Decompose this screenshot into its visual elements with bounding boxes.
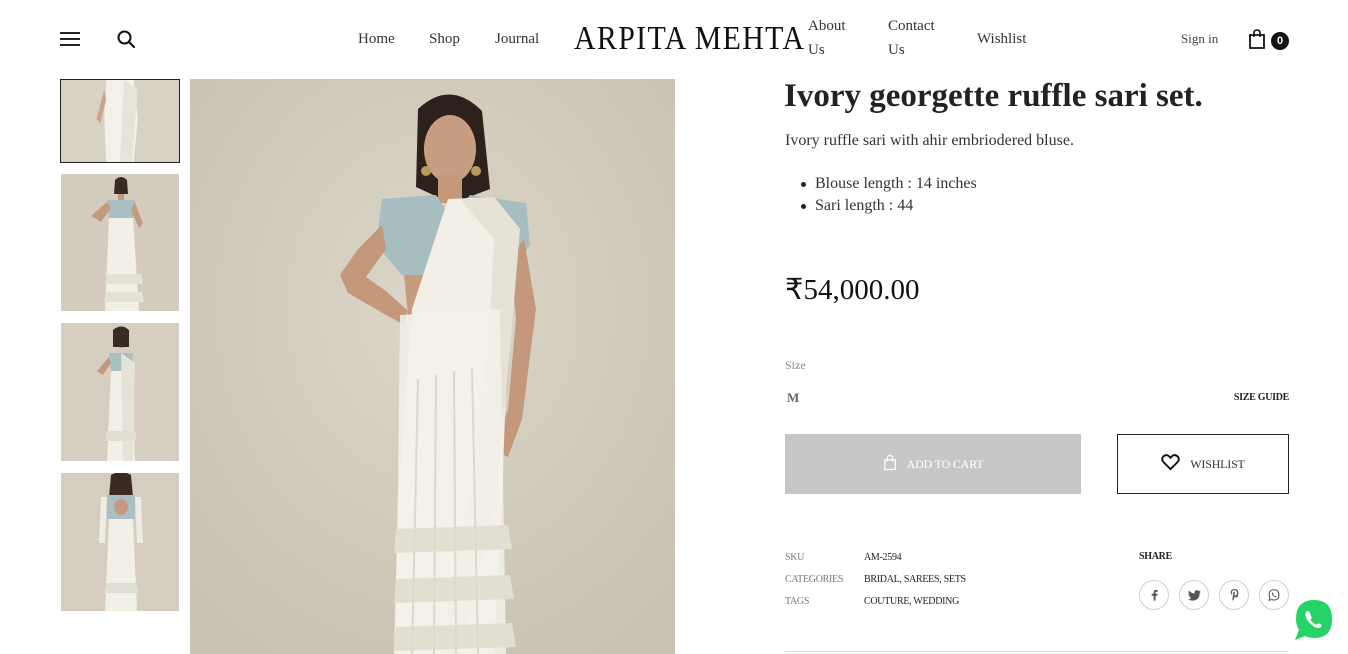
sku-value: AM-2594 [864, 552, 902, 563]
share-label: SHARE [1139, 551, 1172, 562]
product-details-list: Blouse length : 14 inches Sari length : … [801, 173, 977, 217]
cart-count-badge: 0 [1271, 32, 1289, 50]
size-guide-link[interactable]: SIZE GUIDE [1180, 391, 1289, 405]
categories-value[interactable]: BRIDAL, SAREES, SETS [864, 573, 966, 587]
sku-label: SKU [785, 552, 805, 563]
whatsapp-chat-icon[interactable] [1292, 598, 1336, 642]
product-description: Ivory ruffle sari with ahir embriodered … [785, 132, 1074, 149]
thumbnail-side-standing[interactable] [61, 323, 179, 461]
thumbnail-front[interactable] [60, 79, 180, 163]
wishlist-button[interactable]: WISHLIST [1117, 434, 1289, 494]
nav-wishlist[interactable]: Wishlist [977, 27, 1026, 51]
facebook-icon[interactable] [1139, 580, 1169, 610]
shopping-bag-icon[interactable] [1247, 28, 1267, 50]
product-price: ₹54,000.00 [785, 274, 920, 306]
add-to-cart-label: ADD TO CART [906, 456, 984, 471]
product-title: Ivory georgette ruffle sari set. [784, 78, 1203, 114]
wishlist-label: WISHLIST [1190, 456, 1245, 471]
section-divider [785, 651, 1289, 652]
size-option-m[interactable]: M [787, 389, 799, 407]
nav-shop[interactable]: Shop [429, 27, 460, 51]
pinterest-icon[interactable] [1219, 580, 1249, 610]
detail-sari-length: Sari length : 44 [801, 195, 977, 217]
heart-icon [1161, 453, 1181, 475]
add-to-cart-button[interactable]: ADD TO CART [785, 434, 1081, 494]
menu-icon[interactable] [60, 32, 80, 46]
nav-home[interactable]: Home [358, 27, 395, 51]
nav-about-us[interactable]: About Us [808, 14, 864, 62]
shopping-bag-icon [883, 454, 897, 475]
site-header: Home Shop Journal ARPITA MEHTA About Us … [0, 0, 1348, 78]
nav-journal[interactable]: Journal [495, 27, 539, 51]
tags-value[interactable]: COUTURE, WEDDING [864, 595, 959, 609]
size-label: Size [785, 358, 806, 372]
sign-in-link[interactable]: Sign in [1181, 29, 1218, 49]
main-product-image[interactable] [190, 79, 675, 654]
thumbnail-back[interactable] [61, 473, 179, 611]
detail-blouse-length: Blouse length : 14 inches [801, 173, 977, 195]
whatsapp-icon[interactable] [1259, 580, 1289, 610]
thumbnail-side-pose[interactable] [61, 174, 179, 311]
nav-contact-us[interactable]: Contact Us [888, 14, 952, 62]
search-icon[interactable] [116, 29, 136, 49]
brand-logo[interactable]: ARPITA MEHTA [574, 18, 805, 60]
twitter-icon[interactable] [1179, 580, 1209, 610]
categories-label: CATEGORIES [785, 574, 844, 585]
tags-label: TAGS [785, 596, 810, 607]
